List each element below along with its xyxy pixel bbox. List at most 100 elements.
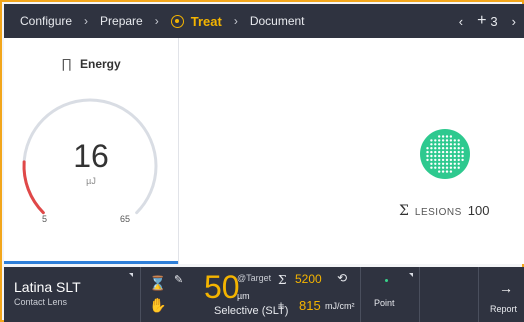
pattern-spot: [445, 143, 449, 146]
pattern-spot: [441, 154, 445, 158]
energy-min: 5: [42, 214, 48, 224]
pattern-spot: [445, 158, 449, 162]
pattern-spot: [457, 158, 460, 162]
pattern-spot: [453, 158, 456, 162]
spot-pattern-icon[interactable]: [419, 128, 471, 180]
pattern-spot: [434, 158, 437, 162]
next-button[interactable]: ›: [512, 14, 516, 29]
pattern-spot: [438, 154, 441, 158]
step-label: Prepare: [100, 14, 143, 28]
pattern-spot: [457, 162, 460, 165]
point-label: Point: [374, 298, 395, 308]
divider: [140, 267, 141, 322]
chevron-right-icon: ›: [84, 14, 89, 28]
pattern-spot: [449, 135, 453, 138]
report-button[interactable]: → Report: [479, 267, 524, 322]
point-mode-button[interactable]: [361, 267, 419, 322]
pattern-disc: [420, 129, 470, 179]
pattern-spot: [453, 154, 456, 158]
pattern-spot: [434, 166, 437, 169]
lens-name: Latina SLT: [14, 279, 81, 295]
step-document[interactable]: Document: [250, 4, 305, 38]
energy-value: 16: [73, 138, 109, 174]
pattern-spot: [445, 162, 449, 165]
pattern-spot: [434, 162, 437, 165]
crosshair-icon: +: [477, 12, 487, 29]
step-prepare[interactable]: Prepare ›: [100, 4, 171, 38]
pattern-spot: [453, 147, 456, 150]
reset-icon[interactable]: ⟲: [337, 271, 347, 285]
pattern-spot: [453, 150, 456, 154]
pattern-spot: [461, 158, 464, 162]
pattern-spot: [426, 154, 429, 158]
target-label: @Target: [237, 273, 272, 283]
energy-header: ∏ Energy: [4, 56, 178, 71]
pattern-spot: [445, 150, 449, 154]
pattern-spot: [441, 139, 445, 142]
total-energy-value: 5200: [295, 272, 322, 286]
sigma-icon: Σ: [278, 273, 287, 287]
pattern-spot: [453, 143, 456, 146]
pen-icon[interactable]: ✎: [174, 273, 183, 286]
step-configure[interactable]: Configure ›: [20, 4, 100, 38]
pattern-spot: [449, 158, 453, 162]
pattern-spot: [445, 135, 449, 138]
pattern-spot: [430, 143, 433, 146]
pattern-spot: [426, 150, 429, 154]
pattern-spot: [438, 150, 441, 154]
pattern-spot: [430, 147, 433, 150]
energy-title: Energy: [80, 57, 121, 71]
pattern-spot: [441, 170, 445, 173]
pattern-spot: [426, 158, 429, 162]
dropdown-corner-icon: [409, 273, 413, 277]
pattern-spot: [430, 150, 433, 154]
spot-counter: + 3: [477, 13, 498, 29]
workflow-nav: Configure › Prepare › Treat › Document ‹…: [4, 4, 524, 38]
pattern-spot: [438, 143, 441, 146]
pattern-spot: [449, 170, 453, 173]
spot-size-value: 50: [204, 269, 240, 305]
pattern-spot: [445, 166, 449, 169]
fluence-value: 815: [299, 298, 321, 313]
step-treat[interactable]: Treat ›: [170, 4, 250, 38]
pattern-spot: [441, 158, 445, 162]
pattern-spot: [457, 147, 460, 150]
spot-navigator: ‹ + 3 ›: [459, 4, 516, 38]
pattern-spot: [461, 154, 464, 158]
step-label: Document: [249, 14, 305, 28]
hourglass-icon[interactable]: ⌛: [149, 275, 166, 292]
lens-type: Contact Lens: [14, 297, 68, 307]
pattern-spot: [445, 147, 449, 150]
pattern-spot: [445, 154, 449, 158]
step-label: Treat: [190, 13, 222, 29]
energy-unit: µJ: [86, 176, 96, 186]
pattern-spot: [457, 139, 460, 142]
target-icon: [170, 14, 184, 28]
pattern-spot: [430, 154, 433, 158]
pattern-spot: [441, 147, 445, 150]
pattern-panel[interactable]: Σ LESIONS 100: [178, 38, 524, 264]
lesions-label: LESIONS: [414, 207, 462, 218]
lens-selector[interactable]: Latina SLT Contact Lens: [4, 267, 140, 322]
hand-icon[interactable]: ✋: [149, 297, 166, 314]
pattern-spot: [453, 139, 456, 142]
report-label: Report: [490, 304, 518, 314]
pattern-spot: [434, 154, 437, 158]
pattern-spot: [461, 147, 464, 150]
pattern-spot: [438, 135, 441, 138]
pattern-spot: [430, 158, 433, 162]
pattern-spot: [434, 143, 437, 146]
pattern-spot: [438, 139, 441, 142]
pattern-spot: [430, 139, 433, 142]
energy-panel[interactable]: ∏ Energy 16 µJ 5 65: [4, 38, 178, 264]
pattern-spot: [445, 139, 449, 142]
pattern-spot: [438, 166, 441, 169]
pattern-spot: [457, 150, 460, 154]
spot-size-unit: µm: [237, 291, 250, 301]
app-frame: Configure › Prepare › Treat › Document ‹…: [0, 0, 524, 322]
pattern-spot: [449, 139, 453, 142]
previous-button[interactable]: ‹: [459, 14, 463, 29]
pattern-spot: [449, 147, 453, 150]
pattern-spot: [426, 147, 429, 150]
divider: [419, 267, 420, 322]
